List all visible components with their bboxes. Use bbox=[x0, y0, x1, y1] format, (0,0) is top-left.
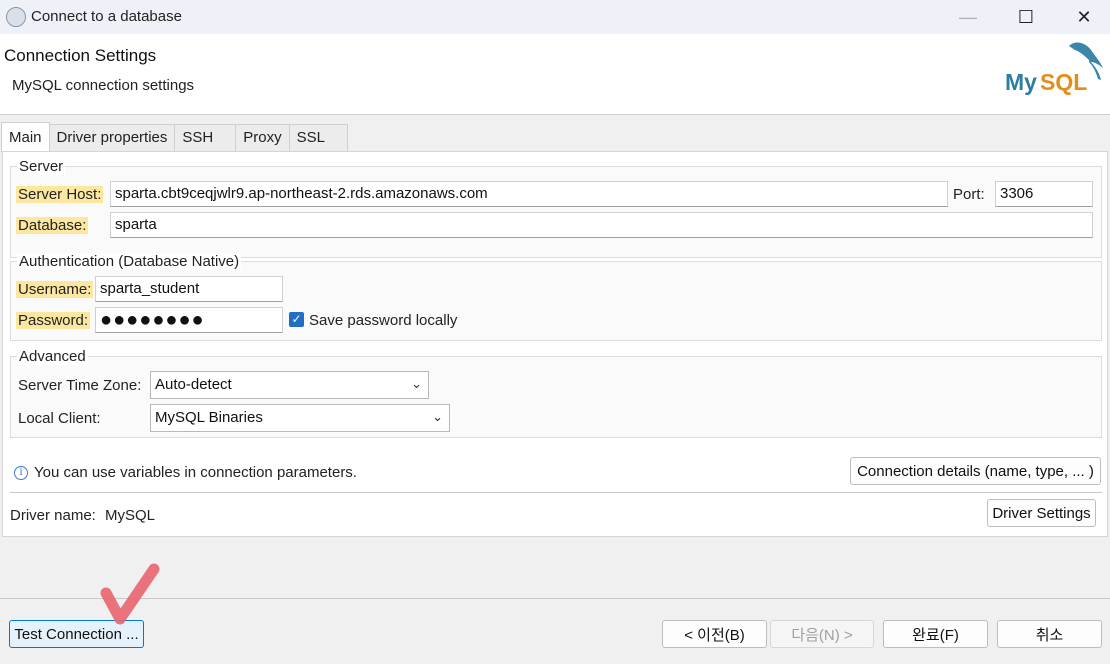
timezone-select[interactable]: Auto-detect ⌄ bbox=[150, 371, 429, 399]
save-password-label[interactable]: Save password locally bbox=[309, 312, 457, 329]
header-subtitle: MySQL connection settings bbox=[12, 77, 195, 94]
chevron-down-icon: ⌄ bbox=[432, 409, 443, 424]
server-host-input[interactable]: sparta.cbt9ceqjwlr9.ap-northeast-2.rds.a… bbox=[110, 181, 948, 207]
finish-button[interactable]: 완료(F) bbox=[883, 620, 988, 648]
svg-text:My: My bbox=[1005, 69, 1037, 95]
divider bbox=[10, 492, 1102, 493]
close-icon[interactable]: ✕ bbox=[1056, 0, 1110, 34]
tab-main[interactable]: Main bbox=[1, 122, 50, 152]
local-client-label: Local Client: bbox=[18, 410, 101, 427]
tab-driver-properties[interactable]: Driver properties bbox=[48, 124, 176, 152]
app-icon bbox=[6, 7, 26, 27]
back-button[interactable]: < 이전(B) bbox=[662, 620, 767, 648]
svg-text:SQL: SQL bbox=[1040, 69, 1087, 95]
minimize-icon[interactable]: — bbox=[940, 0, 996, 34]
mysql-logo-icon: My SQL bbox=[1005, 42, 1103, 95]
tab-ssl[interactable]: SSL bbox=[288, 124, 348, 152]
timezone-label: Server Time Zone: bbox=[18, 377, 142, 394]
port-label: Port: bbox=[953, 186, 985, 203]
port-input[interactable]: 3306 bbox=[995, 181, 1093, 207]
tab-proxy[interactable]: Proxy bbox=[235, 124, 290, 152]
driver-name-label: Driver name: bbox=[10, 507, 96, 524]
dialog-header: Connection Settings MySQL connection set… bbox=[0, 34, 1110, 115]
server-host-label: Server Host: bbox=[16, 186, 104, 203]
database-input[interactable]: sparta bbox=[110, 212, 1093, 238]
title-bar: Connect to a database — ☐ ✕ bbox=[0, 0, 1110, 34]
advanced-group-label: Advanced bbox=[17, 348, 88, 365]
auth-group-label: Authentication (Database Native) bbox=[17, 253, 242, 270]
tab-bar: Main Driver properties SSH Proxy SSL bbox=[1, 122, 348, 152]
header-title: Connection Settings bbox=[4, 46, 157, 65]
local-client-value: MySQL Binaries bbox=[155, 409, 263, 426]
driver-settings-button[interactable]: Driver Settings bbox=[987, 499, 1096, 527]
server-group-label: Server bbox=[17, 158, 66, 175]
cancel-button[interactable]: 취소 bbox=[997, 620, 1102, 648]
main-panel: Server Server Host: sparta.cbt9ceqjwlr9.… bbox=[2, 151, 1108, 537]
next-button[interactable]: 다음(N) > bbox=[770, 620, 874, 648]
driver-name-value: MySQL bbox=[105, 507, 156, 524]
username-input[interactable]: sparta_student bbox=[95, 276, 283, 302]
checkmark-annotation-icon bbox=[100, 563, 160, 625]
info-icon: i bbox=[14, 466, 28, 480]
timezone-value: Auto-detect bbox=[155, 376, 232, 393]
connection-details-button[interactable]: Connection details (name, type, ... ) bbox=[850, 457, 1101, 485]
local-client-select[interactable]: MySQL Binaries ⌄ bbox=[150, 404, 450, 432]
password-input[interactable]: ●●●●●●●● bbox=[95, 307, 283, 333]
save-password-checkbox[interactable]: ✓ bbox=[289, 312, 304, 327]
maximize-icon[interactable]: ☐ bbox=[998, 0, 1054, 34]
chevron-down-icon: ⌄ bbox=[411, 376, 422, 391]
database-label: Database: bbox=[16, 217, 89, 234]
footer-divider bbox=[0, 598, 1110, 599]
password-label: Password: bbox=[16, 312, 91, 329]
username-label: Username: bbox=[16, 281, 94, 298]
info-text: You can use variables in connection para… bbox=[34, 464, 357, 481]
tab-ssh[interactable]: SSH bbox=[174, 124, 237, 152]
window-title: Connect to a database bbox=[31, 8, 182, 25]
